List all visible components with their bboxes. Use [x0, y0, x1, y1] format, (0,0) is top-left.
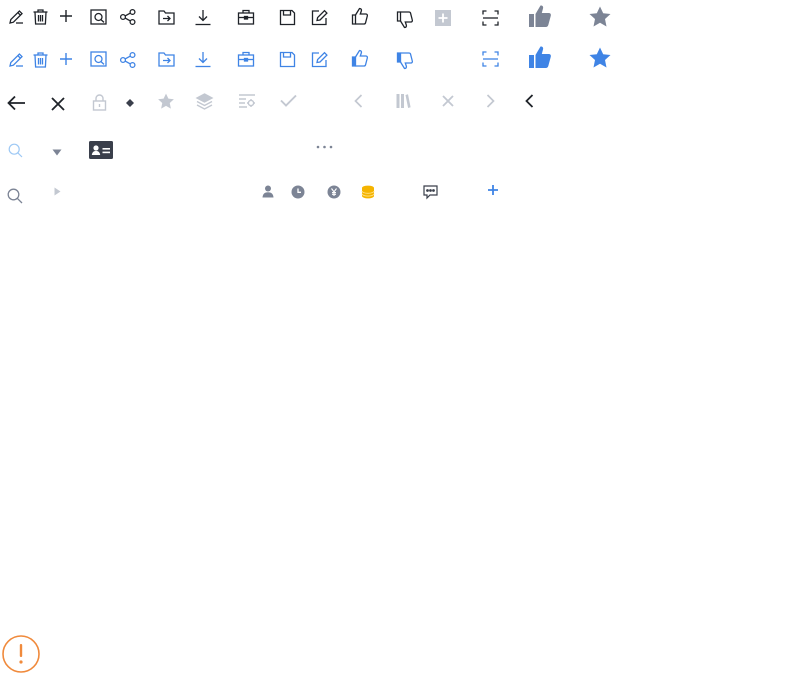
chevron-right-icon[interactable]	[486, 94, 495, 108]
caret-down-icon[interactable]	[52, 149, 62, 156]
star-icon[interactable]	[157, 93, 175, 110]
add-icon[interactable]	[59, 9, 73, 23]
contact-card-icon[interactable]	[89, 141, 113, 159]
plus-blue-icon[interactable]	[487, 184, 499, 196]
edit-note-icon[interactable]	[311, 51, 329, 68]
download-icon[interactable]	[194, 51, 212, 68]
preview-icon[interactable]	[90, 51, 108, 68]
like-filled-icon[interactable]	[528, 4, 552, 28]
chevron-left-icon[interactable]	[354, 94, 363, 108]
share-icon[interactable]	[119, 51, 137, 69]
edit-icon[interactable]	[7, 51, 25, 69]
library-icon[interactable]	[396, 93, 411, 109]
like-icon[interactable]	[351, 7, 369, 26]
chevron-left-dark-icon[interactable]	[525, 94, 534, 108]
coins-icon[interactable]	[361, 185, 375, 199]
dislike-icon[interactable]	[396, 51, 414, 70]
settings-list-icon[interactable]	[238, 93, 256, 109]
scan-icon[interactable]	[482, 51, 499, 67]
search-light-icon[interactable]	[8, 143, 23, 158]
briefcase-icon[interactable]	[237, 9, 255, 26]
save-icon[interactable]	[279, 9, 296, 26]
edit-icon[interactable]	[7, 8, 25, 26]
scan-icon[interactable]	[482, 10, 499, 26]
diamond-icon	[126, 99, 134, 107]
caret-right-icon[interactable]	[54, 187, 61, 196]
check-icon[interactable]	[280, 94, 297, 107]
delete-icon[interactable]	[32, 51, 49, 69]
add-square-icon[interactable]	[435, 10, 451, 26]
yuan-icon[interactable]	[327, 185, 341, 199]
warning-icon	[2, 635, 40, 673]
download-icon[interactable]	[194, 9, 212, 26]
close-light-icon[interactable]	[442, 95, 454, 107]
search-icon[interactable]	[7, 188, 23, 204]
move-to-folder-icon[interactable]	[158, 9, 176, 26]
like-filled-icon[interactable]	[528, 45, 552, 69]
lock-icon	[92, 94, 107, 111]
briefcase-icon[interactable]	[237, 51, 255, 68]
clock-icon[interactable]	[291, 185, 305, 199]
edit-note-icon[interactable]	[311, 9, 329, 26]
preview-icon[interactable]	[90, 9, 108, 26]
save-icon[interactable]	[279, 51, 296, 68]
star-filled-icon[interactable]	[588, 47, 612, 69]
user-icon[interactable]	[262, 185, 274, 198]
icon-sheet	[0, 0, 800, 675]
star-filled-icon[interactable]	[588, 6, 612, 28]
delete-icon[interactable]	[32, 8, 49, 26]
back-arrow-icon[interactable]	[7, 95, 26, 111]
add-icon[interactable]	[59, 52, 73, 66]
move-to-folder-icon[interactable]	[158, 51, 176, 68]
dislike-icon[interactable]	[396, 10, 414, 29]
like-icon[interactable]	[351, 49, 369, 68]
close-icon[interactable]	[51, 97, 65, 111]
share-icon[interactable]	[119, 8, 137, 26]
more-icon[interactable]	[316, 145, 333, 149]
layers-icon[interactable]	[195, 93, 214, 110]
comment-icon[interactable]	[423, 185, 438, 200]
